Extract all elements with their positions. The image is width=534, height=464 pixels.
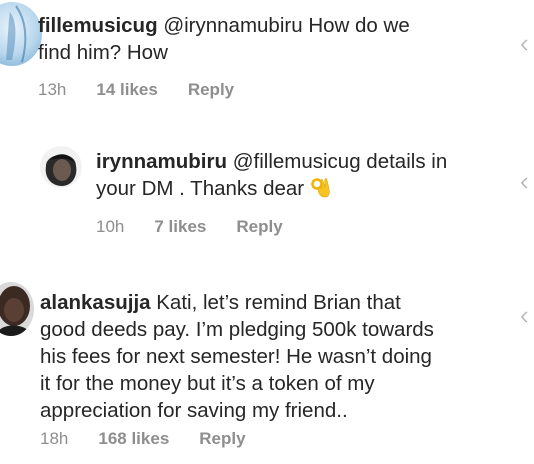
likes-count[interactable]: 14 likes [96, 80, 157, 100]
comment-body: fillemusicug @irynnamubiru How do we fin… [38, 12, 494, 66]
comment-username[interactable]: irynnamubiru [96, 150, 227, 173]
comment-text-line: find him? How [38, 41, 168, 64]
comment-text-line: it for the money but it’s a token of my [40, 372, 375, 395]
comment-text: alankasujja Kati, let’s remind Brian tha… [40, 289, 494, 424]
likes-count[interactable]: 7 likes [154, 217, 206, 237]
reply-button[interactable]: Reply [188, 80, 234, 100]
likes-count[interactable]: 168 likes [98, 429, 169, 449]
comment-time: 10h [96, 217, 125, 236]
mention-link[interactable]: @fillemusicug [233, 150, 361, 173]
comment-username[interactable]: fillemusicug [38, 14, 158, 37]
comment-text-line: his fees for next semester! He wasn’t do… [40, 345, 432, 368]
reply-comment: irynnamubiru @fillemusicug details in yo… [0, 140, 534, 250]
ok-hand-emoji [310, 176, 330, 198]
comment-time: 18h [40, 429, 69, 448]
comment: fillemusicug @irynnamubiru How do we fin… [0, 0, 534, 110]
comment-meta: 13h 14 likes Reply [38, 80, 234, 100]
comment-text: irynnamubiru @fillemusicug details in yo… [96, 148, 494, 202]
comment: alankasujja Kati, let’s remind Brian tha… [0, 272, 534, 462]
comment-meta: 18h 168 likes Reply [40, 429, 246, 449]
avatar[interactable] [40, 146, 82, 188]
comment-text-line: How do we [302, 14, 410, 37]
comment-body: alankasujja Kati, let’s remind Brian tha… [40, 289, 494, 424]
reply-button[interactable]: Reply [236, 217, 282, 237]
avatar[interactable] [0, 282, 34, 336]
heart-outline-icon[interactable] [518, 176, 532, 190]
avatar[interactable] [0, 2, 42, 66]
heart-outline-icon[interactable] [518, 38, 532, 52]
comment-time: 13h [38, 80, 67, 99]
comment-username[interactable]: alankasujja [40, 291, 151, 314]
comment-meta: 10h 7 likes Reply [96, 217, 283, 237]
comment-text-line: your DM . Thanks dear [96, 177, 310, 200]
comment-text-line: good deeds pay. I’m pledging 500k toward… [40, 318, 434, 341]
mention-link[interactable]: @irynnamubiru [163, 14, 302, 37]
heart-outline-icon[interactable] [518, 310, 532, 324]
comment-body: irynnamubiru @fillemusicug details in yo… [96, 148, 494, 202]
comment-text-line: Kati, let’s remind Brian that [150, 291, 401, 314]
reply-button[interactable]: Reply [199, 429, 245, 449]
comment-text-line: details in [360, 150, 448, 173]
comment-text: fillemusicug @irynnamubiru How do we fin… [38, 12, 494, 66]
comment-text-line: appreciation for saving my friend.. [40, 399, 348, 422]
